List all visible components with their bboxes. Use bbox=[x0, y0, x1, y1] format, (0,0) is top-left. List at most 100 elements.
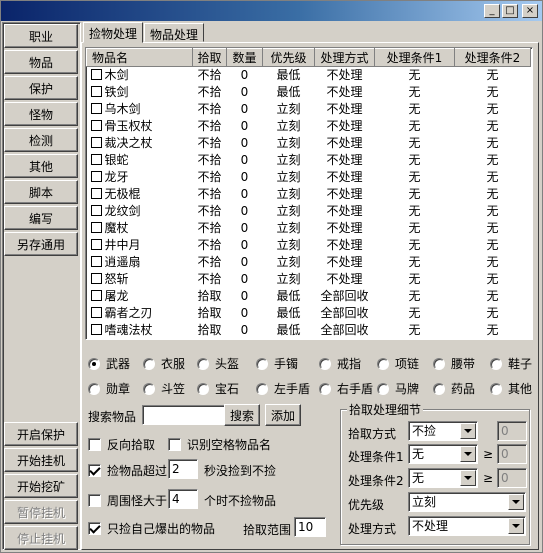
item-name-cell: 龙纹剑 bbox=[87, 203, 193, 220]
table-row[interactable]: 银蛇 不拾 0 立刻 不处理 无 无 bbox=[87, 152, 531, 169]
row-checkbox[interactable] bbox=[90, 205, 102, 216]
table-cell: 立刻 bbox=[276, 221, 301, 235]
category-radio[interactable]: 马牌 bbox=[377, 380, 419, 397]
table-cell: 不处理 bbox=[326, 187, 363, 201]
table-row[interactable]: 霸者之刃 拾取 0 最低 全部回收 无 无 bbox=[87, 305, 531, 322]
pick-mode-select[interactable]: 不捡 bbox=[408, 421, 478, 441]
reverse-pick-checkbox[interactable]: 反向拾取 bbox=[88, 436, 155, 453]
tab-item-handling[interactable]: 物品处理 bbox=[144, 23, 205, 42]
search-input[interactable] bbox=[142, 405, 233, 425]
table-row[interactable]: 龙牙 不拾 0 立刻 不处理 无 无 bbox=[87, 169, 531, 186]
row-checkbox[interactable] bbox=[90, 120, 102, 131]
method-label: 处理方式 bbox=[348, 522, 397, 536]
control-button-0[interactable]: 开启保护 bbox=[4, 422, 78, 446]
own-drops-checkbox[interactable]: 只捡自己爆出的物品 bbox=[88, 520, 215, 537]
sidebar-button-2[interactable]: 保护 bbox=[4, 76, 78, 100]
column-header[interactable]: 物品名 bbox=[86, 48, 193, 67]
row-checkbox[interactable] bbox=[90, 154, 102, 165]
table-row[interactable]: 怒斩 不拾 0 立刻 不处理 无 无 bbox=[87, 271, 531, 288]
row-checkbox[interactable] bbox=[90, 239, 102, 250]
table-row[interactable]: 嗜魂法杖 拾取 0 最低 全部回收 无 无 bbox=[87, 322, 531, 339]
row-checkbox[interactable] bbox=[90, 171, 102, 182]
row-checkbox[interactable] bbox=[90, 290, 102, 301]
row-checkbox[interactable] bbox=[90, 69, 102, 81]
category-radio[interactable]: 勋章 bbox=[88, 380, 130, 397]
category-radio[interactable]: 头盔 bbox=[197, 355, 239, 372]
row-checkbox[interactable] bbox=[90, 256, 102, 267]
control-button-2[interactable]: 开始挖矿 bbox=[4, 474, 78, 498]
method-select[interactable]: 不处理 bbox=[408, 516, 526, 536]
sidebar-button-6[interactable]: 脚本 bbox=[4, 180, 78, 204]
item-name-cell: 怒斩 bbox=[87, 271, 193, 288]
table-row[interactable]: 逍遥扇 不拾 0 立刻 不处理 无 无 bbox=[87, 254, 531, 271]
category-radio[interactable]: 武器 bbox=[88, 355, 130, 372]
table-cell: 拾取 bbox=[197, 306, 222, 320]
sidebar-button-4[interactable]: 检测 bbox=[4, 128, 78, 152]
column-header[interactable]: 处理方式 bbox=[314, 48, 375, 67]
priority-select[interactable]: 立刻 bbox=[408, 492, 526, 512]
pick-timeout-input[interactable]: 2 bbox=[168, 459, 198, 479]
sidebar-button-7[interactable]: 编写 bbox=[4, 206, 78, 230]
category-radio[interactable]: 宝石 bbox=[197, 380, 239, 397]
tab-pick-handling[interactable]: 捡物处理 bbox=[83, 22, 144, 43]
column-header[interactable]: 拾取 bbox=[192, 48, 227, 67]
table-row[interactable]: 骨玉权杖 不拾 0 立刻 不处理 无 无 bbox=[87, 118, 531, 135]
table-row[interactable]: 魔杖 不拾 0 立刻 不处理 无 无 bbox=[87, 220, 531, 237]
category-radio[interactable]: 其他 bbox=[490, 380, 532, 397]
category-radio[interactable]: 斗笠 bbox=[143, 380, 185, 397]
category-radio[interactable]: 左手盾 bbox=[256, 380, 310, 397]
category-radio[interactable]: 腰带 bbox=[433, 355, 475, 372]
table-cell: 0 bbox=[240, 136, 249, 150]
column-header[interactable]: 处理条件1 bbox=[374, 48, 455, 67]
category-radio[interactable]: 衣服 bbox=[143, 355, 185, 372]
row-checkbox[interactable] bbox=[90, 86, 102, 97]
pick-timeout-checkbox[interactable]: 捡物品超过 bbox=[88, 462, 167, 479]
monster-count-checkbox[interactable]: 周围怪大于 bbox=[88, 492, 167, 509]
table-row[interactable]: 铁剑 不拾 0 最低 不处理 无 无 bbox=[87, 84, 531, 101]
table-row[interactable]: 木剑 不拾 0 最低 不处理 无 无 bbox=[87, 67, 531, 84]
minimize-button[interactable]: _ bbox=[484, 4, 500, 18]
table-row[interactable]: 乌木剑 不拾 0 立刻 不处理 无 无 bbox=[87, 101, 531, 118]
table-row[interactable]: 屠龙 拾取 0 最低 全部回收 无 无 bbox=[87, 288, 531, 305]
sidebar-button-5[interactable]: 其他 bbox=[4, 154, 78, 178]
category-radio[interactable]: 鞋子 bbox=[490, 355, 532, 372]
table-row[interactable]: 龙纹剑 不拾 0 立刻 不处理 无 无 bbox=[87, 203, 531, 220]
category-radio[interactable]: 戒指 bbox=[319, 355, 361, 372]
pick-range-input[interactable]: 10 bbox=[294, 517, 326, 537]
category-radio[interactable]: 药品 bbox=[433, 380, 475, 397]
item-list[interactable]: 物品名 拾取 数量 优先级 处理方式 处理条件1 处理条件2 木剑 不拾 0 最低 不处理无无铁剑不… bbox=[85, 47, 533, 340]
table-row[interactable]: 裁决之杖 不拾 0 立刻 不处理 无 无 bbox=[87, 135, 531, 152]
sidebar-button-3[interactable]: 怪物 bbox=[4, 102, 78, 126]
cond2-select[interactable]: 无 bbox=[408, 468, 478, 488]
monster-count-input[interactable]: 4 bbox=[168, 489, 198, 509]
row-checkbox[interactable] bbox=[90, 188, 102, 199]
maximize-button[interactable]: □ bbox=[502, 4, 518, 18]
cond1-select[interactable]: 无 bbox=[408, 444, 478, 464]
close-button[interactable]: × bbox=[522, 4, 538, 18]
add-button[interactable]: 添加 bbox=[265, 404, 301, 426]
cond1-num: 0 bbox=[497, 444, 527, 464]
row-checkbox[interactable] bbox=[90, 307, 102, 318]
sidebar-button-0[interactable]: 职业 bbox=[4, 24, 78, 48]
row-checkbox[interactable] bbox=[90, 324, 102, 335]
item-name-cell: 嗜魂法杖 bbox=[87, 322, 193, 339]
table-row[interactable]: 无极棍 不拾 0 立刻 不处理 无 无 bbox=[87, 186, 531, 203]
search-button[interactable]: 搜索 bbox=[224, 404, 260, 426]
row-checkbox[interactable] bbox=[90, 273, 102, 284]
category-radio[interactable]: 右手盾 bbox=[319, 380, 373, 397]
category-radio[interactable]: 手镯 bbox=[256, 355, 298, 372]
column-header[interactable]: 处理条件2 bbox=[454, 48, 531, 67]
row-checkbox[interactable] bbox=[90, 222, 102, 233]
row-checkbox[interactable] bbox=[90, 137, 102, 148]
column-header[interactable]: 数量 bbox=[226, 48, 263, 67]
control-button-1[interactable]: 开始挂机 bbox=[4, 448, 78, 472]
table-row[interactable]: 井中月 不拾 0 立刻 不处理 无 无 bbox=[87, 237, 531, 254]
column-header[interactable]: 优先级 bbox=[262, 48, 315, 67]
category-radio[interactable]: 项链 bbox=[377, 355, 419, 372]
table-cell: 无 bbox=[486, 204, 499, 218]
reverse-pick-box bbox=[88, 438, 101, 451]
row-checkbox[interactable] bbox=[90, 103, 102, 114]
sidebar-button-1[interactable]: 物品 bbox=[4, 50, 78, 74]
identify-name-checkbox[interactable]: 识别空格物品名 bbox=[168, 436, 271, 453]
sidebar-button-8[interactable]: 另存通用 bbox=[4, 232, 78, 256]
